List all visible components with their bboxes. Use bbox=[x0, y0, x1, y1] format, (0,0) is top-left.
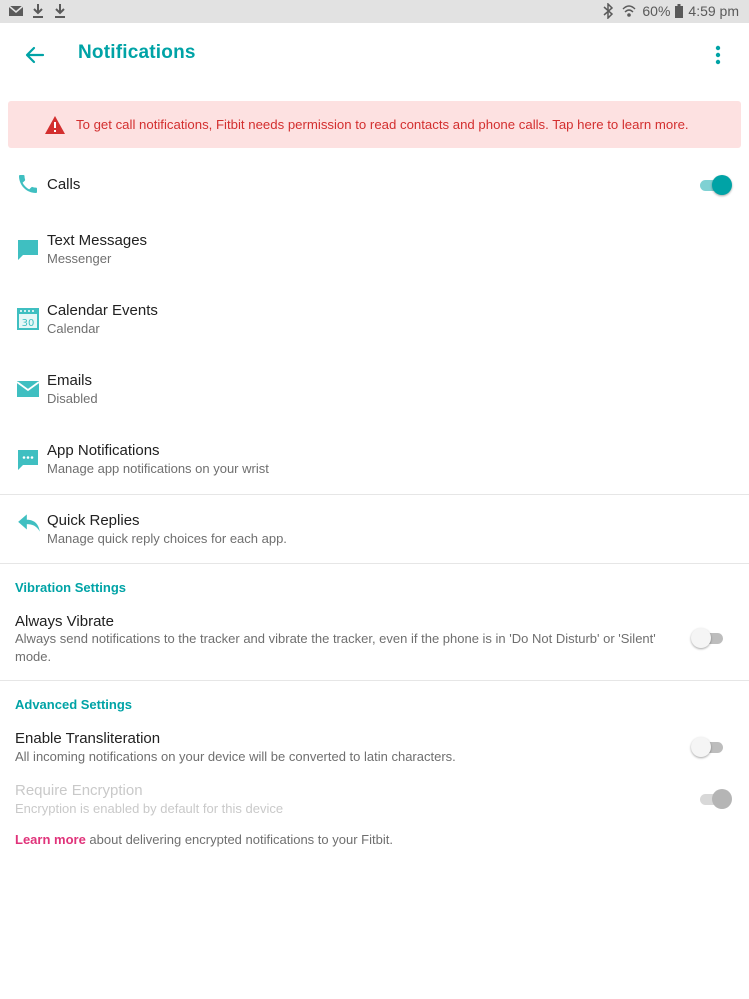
battery-icon bbox=[675, 4, 684, 18]
section-header-vibration: Vibration Settings bbox=[15, 580, 126, 595]
emails-label: Emails bbox=[47, 372, 93, 389]
learn-more-link[interactable]: Learn more bbox=[15, 832, 86, 847]
list-item-text-messages[interactable]: Text Messages Messenger bbox=[0, 228, 749, 274]
bluetooth-icon bbox=[603, 3, 614, 19]
warning-icon bbox=[45, 115, 65, 134]
emails-subtitle: Disabled bbox=[47, 391, 98, 406]
list-item-app-notifications[interactable]: App Notifications Manage app notificatio… bbox=[0, 438, 749, 484]
wifi-icon bbox=[622, 5, 636, 17]
calendar-events-subtitle: Calendar bbox=[47, 321, 100, 336]
toggle-thumb bbox=[691, 628, 711, 648]
calendar-day: 30 bbox=[22, 318, 35, 329]
footer-text: about delivering encrypted notifications… bbox=[85, 832, 393, 847]
calendar-events-label: Calendar Events bbox=[47, 302, 158, 319]
encryption-label: Require Encryption bbox=[15, 782, 143, 799]
quick-replies-label: Quick Replies bbox=[47, 512, 140, 529]
quick-replies-subtitle: Manage quick reply choices for each app. bbox=[47, 531, 287, 546]
calendar-icon: 30 bbox=[17, 308, 39, 330]
back-button[interactable] bbox=[20, 41, 50, 69]
encryption-footer-note: Learn more about delivering encrypted no… bbox=[15, 832, 393, 847]
status-right: 60% 4:59 pm bbox=[600, 3, 739, 19]
chat-dots-icon bbox=[18, 450, 38, 470]
app-notifications-label: App Notifications bbox=[47, 442, 160, 459]
transliteration-toggle[interactable] bbox=[691, 736, 725, 758]
banner-text: To get call notifications, Fitbit needs … bbox=[76, 117, 689, 132]
clock: 4:59 pm bbox=[688, 3, 739, 19]
text-messages-label: Text Messages bbox=[47, 232, 148, 249]
always-vibrate-label: Always Vibrate bbox=[15, 613, 114, 630]
app-bar: Notifications bbox=[0, 23, 749, 85]
divider bbox=[0, 680, 749, 681]
envelope-icon bbox=[16, 381, 40, 397]
battery-percent: 60% bbox=[642, 3, 671, 19]
encryption-description: Encryption is enabled by default for thi… bbox=[15, 801, 284, 816]
transliteration-label: Enable Transliteration bbox=[15, 730, 161, 747]
download-icon bbox=[55, 4, 65, 18]
always-vibrate-description: Always send notifications to the tracker… bbox=[15, 631, 656, 664]
list-item-emails[interactable]: Emails Disabled bbox=[0, 368, 749, 414]
arrow-left-icon bbox=[25, 46, 45, 64]
app-notifications-subtitle: Manage app notifications on your wrist bbox=[47, 461, 269, 476]
more-options-button[interactable] bbox=[705, 41, 731, 69]
gmail-icon bbox=[8, 5, 24, 16]
reply-icon bbox=[18, 514, 40, 532]
toggle-thumb bbox=[712, 175, 732, 195]
toggle-thumb bbox=[712, 789, 732, 809]
calls-toggle[interactable] bbox=[698, 174, 732, 196]
list-item-calls[interactable]: Calls bbox=[0, 168, 749, 204]
encryption-toggle bbox=[698, 788, 732, 810]
calls-label: Calls bbox=[47, 176, 81, 193]
page-title: Notifications bbox=[78, 42, 196, 63]
divider bbox=[0, 563, 749, 564]
message-icon bbox=[18, 240, 38, 260]
list-item-calendar-events[interactable]: 30 Calendar Events Calendar bbox=[0, 298, 749, 344]
list-item-quick-replies[interactable]: Quick Replies Manage quick reply choices… bbox=[0, 508, 749, 554]
always-vibrate-toggle[interactable] bbox=[691, 627, 725, 649]
download-icon bbox=[33, 4, 43, 18]
toggle-thumb bbox=[691, 737, 711, 757]
text-messages-subtitle: Messenger bbox=[47, 251, 112, 266]
section-header-advanced: Advanced Settings bbox=[15, 697, 133, 712]
more-vert-icon bbox=[715, 45, 721, 65]
divider bbox=[0, 494, 749, 495]
transliteration-description: All incoming notifications on your devic… bbox=[15, 749, 456, 764]
permission-banner[interactable]: To get call notifications, Fitbit needs … bbox=[8, 101, 741, 148]
status-bar: 60% 4:59 pm bbox=[0, 0, 749, 23]
phone-icon bbox=[19, 175, 37, 193]
status-left bbox=[8, 3, 68, 19]
